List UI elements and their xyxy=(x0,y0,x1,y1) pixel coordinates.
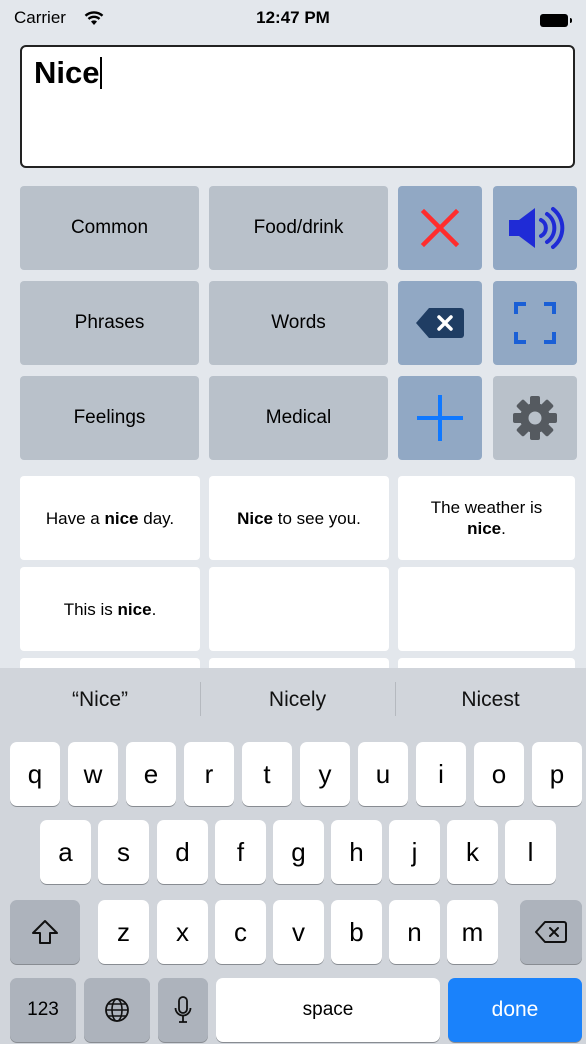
globe-key[interactable] xyxy=(84,978,150,1042)
phrase-text: This is nice. xyxy=(63,599,157,619)
speak-button[interactable] xyxy=(493,186,577,270)
phrase-card[interactable]: Have a nice day. xyxy=(20,476,200,560)
key-j[interactable]: j xyxy=(389,820,440,884)
key-u[interactable]: u xyxy=(358,742,408,806)
category-common-button[interactable]: Common xyxy=(20,186,199,270)
status-bar: Carrier 12:47 PM xyxy=(0,0,586,40)
key-b[interactable]: b xyxy=(331,900,382,964)
backspace-icon xyxy=(535,921,567,943)
phrase-card[interactable]: This is nice. xyxy=(20,567,200,651)
key-t[interactable]: t xyxy=(242,742,292,806)
message-text-area[interactable]: Nice xyxy=(20,45,575,168)
key-f[interactable]: f xyxy=(215,820,266,884)
keyboard: “Nice” Nicely Nicest q w e r t y u i o p… xyxy=(0,668,586,1044)
phrase-card-partial xyxy=(209,658,389,668)
fullscreen-icon xyxy=(514,302,556,344)
key-k[interactable]: k xyxy=(447,820,498,884)
backspace-button[interactable] xyxy=(398,281,482,365)
key-p[interactable]: p xyxy=(532,742,582,806)
key-l[interactable]: l xyxy=(505,820,556,884)
add-button[interactable] xyxy=(398,376,482,460)
phrase-text: Nice to see you. xyxy=(237,508,361,528)
phrase-card[interactable]: The weather is nice. xyxy=(398,476,575,560)
category-words-button[interactable]: Words xyxy=(209,281,388,365)
suggestion-nicely[interactable]: Nicely xyxy=(200,680,395,720)
key-a[interactable]: a xyxy=(40,820,91,884)
key-e[interactable]: e xyxy=(126,742,176,806)
category-food-drink-button[interactable]: Food/drink xyxy=(209,186,388,270)
key-c[interactable]: c xyxy=(215,900,266,964)
key-i[interactable]: i xyxy=(416,742,466,806)
fullscreen-button[interactable] xyxy=(493,281,577,365)
shift-icon xyxy=(32,920,58,944)
key-y[interactable]: y xyxy=(300,742,350,806)
phrase-text: Have a nice day. xyxy=(45,508,175,528)
speaker-icon xyxy=(509,207,565,249)
key-w[interactable]: w xyxy=(68,742,118,806)
key-s[interactable]: s xyxy=(98,820,149,884)
phrase-card-empty[interactable] xyxy=(398,567,575,651)
key-x[interactable]: x xyxy=(157,900,208,964)
keyboard-backspace-key[interactable] xyxy=(520,900,582,964)
category-feelings-button[interactable]: Feelings xyxy=(20,376,199,460)
key-g[interactable]: g xyxy=(273,820,324,884)
text-caret xyxy=(100,57,103,89)
status-time: 12:47 PM xyxy=(256,8,330,27)
dictation-key[interactable] xyxy=(158,978,208,1042)
gear-icon xyxy=(513,396,557,440)
shift-key[interactable] xyxy=(10,900,80,964)
key-m[interactable]: m xyxy=(447,900,498,964)
suggestion-quoted[interactable]: “Nice” xyxy=(0,680,200,720)
key-n[interactable]: n xyxy=(389,900,440,964)
delete-icon xyxy=(416,308,464,338)
microphone-icon xyxy=(174,996,192,1023)
suggestion-bar: “Nice” Nicely Nicest xyxy=(0,668,586,730)
numbers-key[interactable]: 123 xyxy=(10,978,76,1042)
plus-icon xyxy=(417,395,463,441)
key-z[interactable]: z xyxy=(98,900,149,964)
key-o[interactable]: o xyxy=(474,742,524,806)
battery-icon xyxy=(540,14,572,27)
done-key[interactable]: done xyxy=(448,978,582,1042)
phrase-card-partial xyxy=(398,658,575,668)
phrase-card-partial xyxy=(20,658,200,668)
phrase-card[interactable]: Nice to see you. xyxy=(209,476,389,560)
globe-icon xyxy=(105,998,129,1022)
category-phrases-button[interactable]: Phrases xyxy=(20,281,199,365)
key-q[interactable]: q xyxy=(10,742,60,806)
x-icon xyxy=(420,208,460,248)
key-v[interactable]: v xyxy=(273,900,324,964)
message-text: Nice xyxy=(34,55,100,90)
phrase-card-empty[interactable] xyxy=(209,567,389,651)
settings-button[interactable] xyxy=(493,376,577,460)
phrase-text: The weather is nice. xyxy=(430,498,543,538)
suggestion-nicest[interactable]: Nicest xyxy=(395,680,586,720)
clear-button[interactable] xyxy=(398,186,482,270)
space-key[interactable]: space xyxy=(216,978,440,1042)
category-medical-button[interactable]: Medical xyxy=(209,376,388,460)
key-d[interactable]: d xyxy=(157,820,208,884)
key-h[interactable]: h xyxy=(331,820,382,884)
key-r[interactable]: r xyxy=(184,742,234,806)
